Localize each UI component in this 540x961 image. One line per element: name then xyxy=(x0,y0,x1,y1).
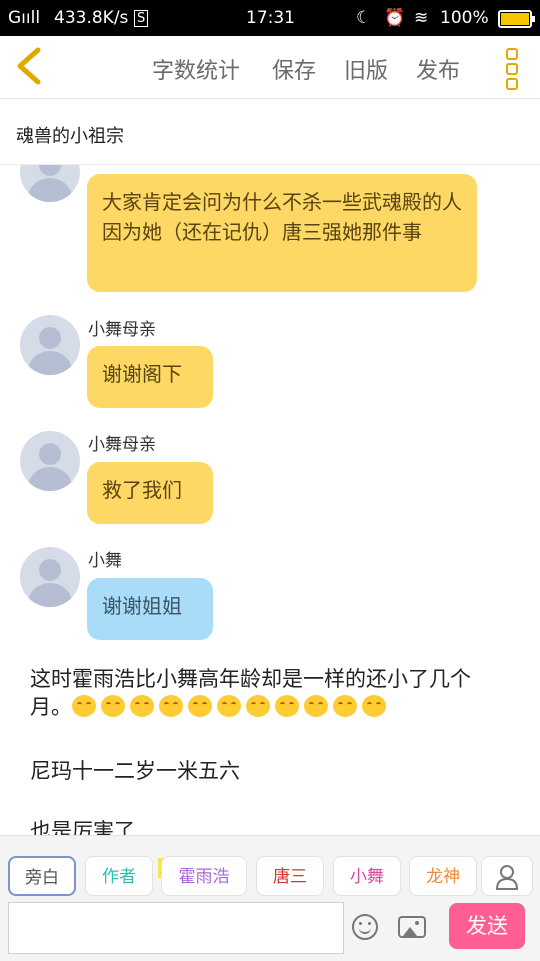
smile-emoji-icon xyxy=(362,695,386,717)
sender-name: 小舞母亲 xyxy=(88,435,156,455)
smile-emoji-icon xyxy=(101,695,125,717)
battery-icon xyxy=(498,10,535,28)
avatar[interactable] xyxy=(20,165,80,202)
smile-emoji-icon xyxy=(217,695,241,717)
smile-emoji-icon xyxy=(333,695,357,717)
role-chip-author[interactable]: 作者 xyxy=(85,856,153,896)
old-version-button[interactable]: 旧版 xyxy=(344,53,388,85)
sender-name: 小舞母亲 xyxy=(88,320,156,340)
signal-indicator: Gııll xyxy=(8,8,41,28)
avatar[interactable] xyxy=(20,431,80,491)
role-label: 唐三 xyxy=(273,867,307,887)
message-input[interactable] xyxy=(8,902,344,954)
role-label: 旁白 xyxy=(25,868,59,888)
image-icon[interactable] xyxy=(398,916,426,938)
role-label: 龙神 xyxy=(426,867,460,887)
network-speed: 433.8K/s xyxy=(54,8,129,28)
sim-icon: S xyxy=(134,10,149,27)
battery-percent: 100% xyxy=(440,8,489,28)
publish-button[interactable]: 发布 xyxy=(416,53,460,85)
role-chip-xiao-wu[interactable]: 小舞 xyxy=(333,856,401,896)
smile-emoji-icon xyxy=(72,695,96,717)
editor-toolbar: 字数统计 保存 旧版 发布 xyxy=(0,36,540,99)
role-chip-long-shen[interactable]: 龙神 xyxy=(409,856,477,896)
role-label: 作者 xyxy=(102,867,136,887)
role-label: 小舞 xyxy=(350,867,384,887)
narration-text[interactable]: 这时霍雨浩比小舞高年龄却是一样的还小了几个月。 xyxy=(30,665,510,721)
sender-name: 小舞 xyxy=(88,551,122,571)
chat-title[interactable]: 魂兽的小祖宗 xyxy=(16,122,124,148)
role-chip-tang-san[interactable]: 唐三 xyxy=(256,856,324,896)
smile-emoji-icon xyxy=(246,695,270,717)
avatar[interactable] xyxy=(20,315,80,375)
smile-emoji-icon xyxy=(130,695,154,717)
smile-emoji-icon xyxy=(188,695,212,717)
emoji-icon[interactable] xyxy=(352,914,378,940)
save-button[interactable]: 保存 xyxy=(272,53,316,85)
back-arrow-icon[interactable] xyxy=(12,46,48,86)
word-count-button[interactable]: 字数统计 xyxy=(152,53,240,85)
smile-emoji-icon xyxy=(304,695,328,717)
role-chip-huo-yuhao[interactable]: 霍雨浩 xyxy=(161,856,247,896)
message-bubble[interactable]: 谢谢阁下 xyxy=(87,346,213,408)
role-chip-narrator[interactable]: 旁白 xyxy=(8,856,76,896)
smile-emoji-icon xyxy=(275,695,299,717)
avatar[interactable] xyxy=(20,547,80,607)
compose-panel: 旁白 作者 主 霍雨浩 唐三 小舞 龙神 发送 xyxy=(0,835,540,961)
wifi-icon: ≋ xyxy=(414,8,429,28)
narration-text[interactable]: 尼玛十一二岁一米五六 xyxy=(30,757,510,785)
emoji-row xyxy=(72,695,391,719)
chat-area[interactable]: 大家肯定会问为什么不杀一些武魂殿的人因为她（还在记仇）唐三强她那件事 小舞母亲 … xyxy=(0,165,540,835)
person-icon xyxy=(495,865,519,890)
send-button[interactable]: 发送 xyxy=(449,903,525,949)
more-menu-icon[interactable] xyxy=(506,48,518,90)
smile-emoji-icon xyxy=(159,695,183,717)
clock: 17:31 xyxy=(246,8,295,28)
status-bar: Gııll 433.8K/s S 17:31 ☾ ⏰ ≋ 100% xyxy=(0,0,540,36)
alarm-icon: ⏰ xyxy=(384,8,406,28)
role-label: 霍雨浩 xyxy=(178,867,230,887)
add-role-button[interactable] xyxy=(481,856,533,896)
moon-icon: ☾ xyxy=(356,8,372,28)
narration-text[interactable]: 也是厉害了 xyxy=(30,817,510,835)
message-bubble[interactable]: 大家肯定会问为什么不杀一些武魂殿的人因为她（还在记仇）唐三强她那件事 xyxy=(87,174,477,292)
message-bubble[interactable]: 谢谢姐姐 xyxy=(87,578,213,640)
message-bubble[interactable]: 救了我们 xyxy=(87,462,213,524)
